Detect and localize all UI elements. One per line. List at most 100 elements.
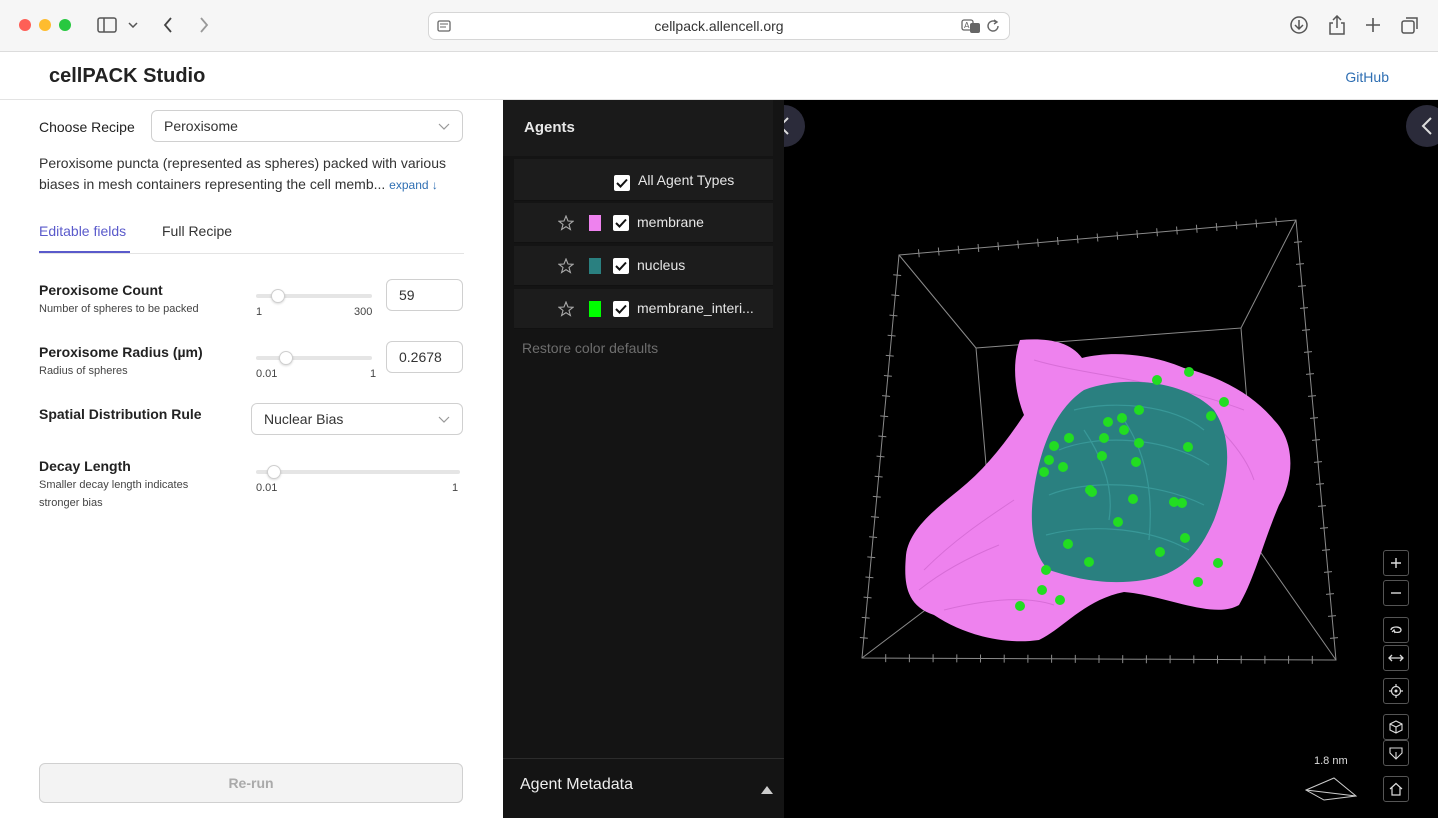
peroxisome-sphere	[1213, 558, 1223, 568]
agents-header: Agents	[503, 100, 773, 156]
radius-min-label: 0.01	[256, 368, 278, 380]
agent-row-nucleus: nucleus	[514, 246, 773, 286]
agent-metadata-title: Agent Metadata	[520, 776, 633, 793]
chevron-down-icon[interactable]	[126, 14, 140, 36]
zoom-in-button[interactable]	[1383, 550, 1409, 576]
caret-up-icon[interactable]	[761, 781, 773, 799]
share-icon[interactable]	[1326, 14, 1348, 36]
membrane-color-swatch[interactable]	[589, 215, 601, 231]
recipe-description-text: Peroxisome puncta (represented as sphere…	[39, 155, 446, 192]
cell-render[interactable]	[784, 100, 1438, 818]
close-window-button[interactable]	[19, 19, 31, 31]
count-input[interactable]: 59	[386, 279, 463, 311]
restore-color-defaults-button[interactable]: Restore color defaults	[522, 340, 658, 356]
reload-icon[interactable]	[985, 18, 1001, 37]
radius-slider-thumb[interactable]	[279, 351, 293, 365]
orbit-icon[interactable]	[1383, 617, 1409, 643]
decay-slider-track[interactable]	[256, 470, 460, 474]
membrane-label: membrane	[637, 214, 704, 230]
peroxisome-sphere	[1039, 467, 1049, 477]
tab-overview-icon[interactable]	[1399, 14, 1421, 36]
tab-full-recipe[interactable]: Full Recipe	[162, 223, 232, 239]
decay-min-label: 0.01	[256, 482, 278, 494]
peroxisome-sphere	[1058, 462, 1068, 472]
github-link[interactable]: GitHub	[1345, 69, 1389, 85]
expand-link[interactable]: expand ↓	[389, 178, 438, 192]
peroxisome-sphere	[1184, 367, 1194, 377]
agent-metadata-section[interactable]: Agent Metadata	[503, 758, 784, 818]
peroxisome-sphere	[1097, 451, 1107, 461]
agent-row-all: All Agent Types	[514, 159, 773, 201]
distribution-select-value: Nuclear Bias	[264, 411, 344, 427]
peroxisome-sphere	[1099, 433, 1109, 443]
home-icon[interactable]	[1383, 776, 1409, 802]
active-tab-indicator	[39, 251, 130, 253]
decay-max-label: 1	[452, 482, 459, 494]
decay-title: Decay Length	[39, 458, 131, 474]
membrane-interior-color-swatch[interactable]	[589, 301, 601, 317]
count-max-label: 300	[354, 306, 373, 318]
url-text: cellpack.allencell.org	[654, 18, 784, 34]
star-icon[interactable]	[557, 257, 575, 279]
membrane-checkbox[interactable]	[613, 215, 629, 231]
choose-recipe-label: Choose Recipe	[39, 119, 135, 135]
count-slider-thumb[interactable]	[271, 289, 285, 303]
all-agents-checkbox[interactable]	[614, 175, 630, 191]
peroxisome-sphere	[1049, 441, 1059, 451]
focus-icon[interactable]	[1383, 678, 1409, 704]
browser-toolbar: cellpack.allencell.org A	[0, 0, 1438, 52]
recipe-select[interactable]: Peroxisome	[151, 110, 463, 142]
address-bar[interactable]: cellpack.allencell.org A	[428, 12, 1010, 40]
radius-input[interactable]: 0.2678	[386, 341, 463, 373]
translate-icon[interactable]: A	[961, 18, 981, 37]
peroxisome-sphere	[1206, 411, 1216, 421]
peroxisome-sphere	[1134, 405, 1144, 415]
back-icon[interactable]	[158, 14, 178, 36]
membrane-interior-checkbox[interactable]	[613, 301, 629, 317]
forward-icon[interactable]	[194, 14, 214, 36]
pan-icon[interactable]	[1383, 645, 1409, 671]
peroxisome-sphere	[1063, 539, 1073, 549]
peroxisome-sphere	[1015, 601, 1025, 611]
peroxisome-sphere	[1084, 557, 1094, 567]
nucleus-checkbox[interactable]	[613, 258, 629, 274]
distribution-select[interactable]: Nuclear Bias	[251, 403, 463, 435]
peroxisome-sphere	[1131, 457, 1141, 467]
star-icon[interactable]	[557, 214, 575, 236]
chevron-down-icon	[438, 119, 450, 135]
rerun-button[interactable]: Re-run	[39, 763, 463, 803]
count-subtitle: Number of spheres to be packed	[39, 303, 199, 315]
recipe-tabs: Editable fields Full Recipe	[39, 222, 464, 254]
new-tab-icon[interactable]	[1362, 14, 1384, 36]
peroxisome-sphere	[1064, 433, 1074, 443]
3d-viewer[interactable]: 1.8 nm	[784, 100, 1438, 818]
star-icon[interactable]	[557, 300, 575, 322]
peroxisome-sphere	[1044, 455, 1054, 465]
radius-slider-track[interactable]	[256, 356, 372, 360]
recipe-select-value: Peroxisome	[164, 118, 238, 134]
page-menu-icon[interactable]	[437, 19, 451, 36]
count-min-label: 1	[256, 306, 263, 318]
zoom-window-button[interactable]	[59, 19, 71, 31]
orthographic-icon[interactable]	[1383, 740, 1409, 766]
tab-editable-fields[interactable]: Editable fields	[39, 223, 126, 239]
membrane-interior-label: membrane_interi...	[637, 300, 754, 316]
peroxisome-sphere	[1128, 494, 1138, 504]
peroxisome-sphere	[1055, 595, 1065, 605]
sidebar-toggle-icon[interactable]	[95, 14, 119, 36]
agent-row-membrane-interior: membrane_interi...	[514, 289, 773, 329]
nucleus-color-swatch[interactable]	[589, 258, 601, 274]
decay-slider-thumb[interactable]	[267, 465, 281, 479]
radius-max-label: 1	[370, 368, 377, 380]
perspective-cube-icon[interactable]	[1383, 714, 1409, 740]
radius-title: Peroxisome Radius (µm)	[39, 344, 203, 360]
peroxisome-sphere	[1134, 438, 1144, 448]
peroxisome-sphere	[1152, 375, 1162, 385]
scale-bar-label: 1.8 nm	[1314, 755, 1348, 767]
minimize-window-button[interactable]	[39, 19, 51, 31]
count-title: Peroxisome Count	[39, 282, 163, 298]
peroxisome-sphere	[1117, 413, 1127, 423]
app-title: cellPACK Studio	[49, 65, 206, 87]
download-icon[interactable]	[1288, 14, 1310, 36]
zoom-out-button[interactable]	[1383, 580, 1409, 606]
